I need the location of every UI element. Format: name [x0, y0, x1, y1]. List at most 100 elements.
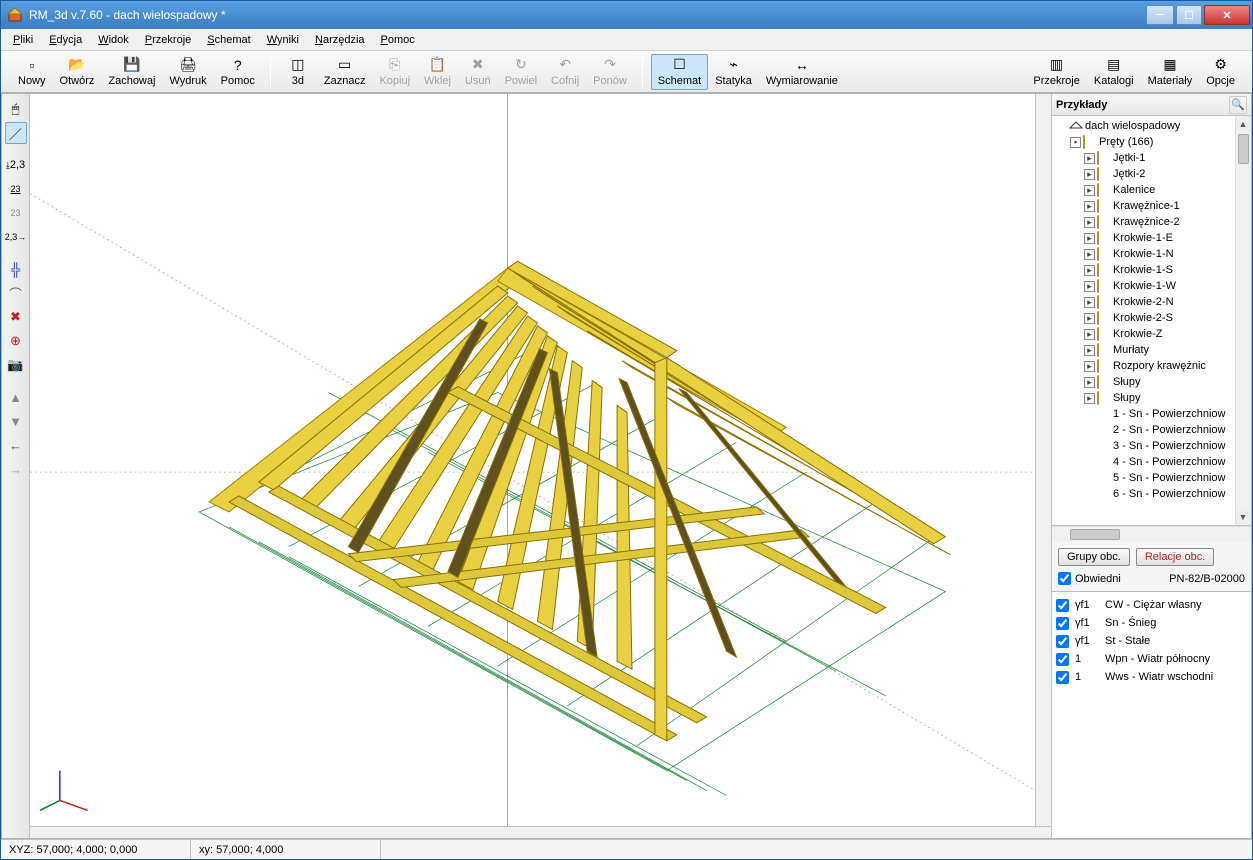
arc-icon[interactable]: ⌒	[5, 282, 27, 304]
expander-icon[interactable]: ▸	[1084, 377, 1095, 388]
tree-folder-7[interactable]: ▸Krokwie-1-S	[1054, 262, 1249, 278]
menu-pomoc[interactable]: Pomoc	[373, 32, 423, 48]
maximize-button[interactable]: ☐	[1176, 5, 1202, 25]
tree-folder-10[interactable]: ▸Krokwie-2-S	[1054, 310, 1249, 326]
przekroje-button[interactable]: ▥Przekroje	[1026, 54, 1086, 90]
cofnij-button[interactable]: ↶Cofnij	[544, 54, 586, 90]
expander-icon[interactable]: ▸	[1084, 233, 1095, 244]
right-arrow-icon[interactable]: →	[5, 458, 27, 480]
viewport-scroll-horizontal[interactable]	[30, 826, 1051, 838]
tree-folder-3[interactable]: ▸Krawężnice-1	[1054, 198, 1249, 214]
zachowaj-button[interactable]: 💾Zachowaj	[101, 54, 162, 90]
dim-23-icon[interactable]: 23	[5, 178, 27, 200]
tree-load-2[interactable]: 3 - Sn - Powierzchniow	[1054, 438, 1249, 454]
tree-folder-0[interactable]: ▸Jętki-1	[1054, 150, 1249, 166]
menu-pliki[interactable]: Pliki	[5, 32, 41, 48]
model-tree[interactable]: ▲ ▼ dach wielospadowy▪Pręty (166)▸Jętki-…	[1052, 116, 1251, 526]
zaznacz-button[interactable]: ▭Zaznacz	[317, 54, 373, 90]
relations-button[interactable]: Relacje obc.	[1136, 548, 1215, 566]
load-checkbox[interactable]	[1056, 635, 1069, 648]
wklej-button[interactable]: 📋Wklej	[417, 54, 458, 90]
hand-tool-icon[interactable]: 🖱	[5, 98, 27, 120]
dim-down-icon[interactable]: ⤓2,3	[5, 154, 27, 176]
expander-icon[interactable]: ▸	[1084, 281, 1095, 292]
katalogi-button[interactable]: ▤Katalogi	[1087, 54, 1141, 90]
ponow-button[interactable]: ↷Ponów	[586, 54, 634, 90]
dim-arrow-icon[interactable]: 2,3→	[5, 226, 27, 248]
expander-icon[interactable]: ▪	[1070, 137, 1081, 148]
minimize-button[interactable]: ─	[1146, 5, 1174, 25]
search-icon[interactable]: 🔍	[1229, 96, 1247, 114]
menu-przekroje[interactable]: Przekroje	[137, 32, 199, 48]
tree-load-1[interactable]: 2 - Sn - Powierzchniow	[1054, 422, 1249, 438]
camera-icon[interactable]: 📷	[5, 354, 27, 376]
nowy-button[interactable]: ▫Nowy	[11, 54, 53, 90]
otworz-button[interactable]: 📂Otwórz	[53, 54, 102, 90]
powiel-button[interactable]: ↻Powiel	[498, 54, 544, 90]
opcje-button[interactable]: ⚙Opcje	[1199, 54, 1242, 90]
tree-group-prety[interactable]: ▪Pręty (166)	[1054, 134, 1249, 150]
load-checkbox[interactable]	[1056, 617, 1069, 630]
tree-folder-14[interactable]: ▸Słupy	[1054, 374, 1249, 390]
envelope-checkbox[interactable]	[1058, 572, 1071, 585]
load-row-2[interactable]: γf1St - Stałe	[1056, 632, 1247, 650]
tree-folder-6[interactable]: ▸Krokwie-1-N	[1054, 246, 1249, 262]
expander-icon[interactable]: ▸	[1084, 201, 1095, 212]
target-icon[interactable]: ⊕	[5, 330, 27, 352]
expander-icon[interactable]: ▸	[1084, 393, 1095, 404]
tree-folder-12[interactable]: ▸Murłaty	[1054, 342, 1249, 358]
tree-folder-8[interactable]: ▸Krokwie-1-W	[1054, 278, 1249, 294]
expander-icon[interactable]: ▸	[1084, 297, 1095, 308]
expander-icon[interactable]: ▸	[1084, 153, 1095, 164]
tree-folder-5[interactable]: ▸Krokwie-1-E	[1054, 230, 1249, 246]
load-row-3[interactable]: 1Wpn - Wiatr północny	[1056, 650, 1247, 668]
expander-icon[interactable]: ▸	[1084, 313, 1095, 324]
schemat-button[interactable]: ☐Schemat	[651, 54, 708, 90]
menu-narzędzia[interactable]: Narzędzia	[307, 32, 373, 48]
wydruk-button[interactable]: 🖨Wydruk	[162, 54, 213, 90]
tree-load-5[interactable]: 6 - Sn - Powierzchniow	[1054, 486, 1249, 502]
menu-widok[interactable]: Widok	[90, 32, 137, 48]
menu-wyniki[interactable]: Wyniki	[259, 32, 307, 48]
usun-button[interactable]: ✖Usuń	[458, 54, 498, 90]
left-arrow-icon[interactable]: ←	[5, 434, 27, 456]
materialy-button[interactable]: ▦Materiały	[1141, 54, 1200, 90]
load-checkbox[interactable]	[1056, 599, 1069, 612]
tree-root[interactable]: dach wielospadowy	[1054, 118, 1249, 134]
down-arrow-icon[interactable]: ▼	[5, 410, 27, 432]
up-arrow-icon[interactable]: ▲	[5, 386, 27, 408]
tree-load-3[interactable]: 4 - Sn - Powierzchniow	[1054, 454, 1249, 470]
expander-icon[interactable]: ▸	[1084, 345, 1095, 356]
expander-icon[interactable]: ▸	[1084, 329, 1095, 340]
load-row-1[interactable]: γf1Sn - Śnieg	[1056, 614, 1247, 632]
close-button[interactable]: ✕	[1204, 5, 1250, 25]
expander-icon[interactable]: ▸	[1084, 361, 1095, 372]
tree-scroll-vertical[interactable]: ▲ ▼	[1235, 116, 1251, 525]
expander-icon[interactable]: ▸	[1084, 185, 1095, 196]
kopiuj-button[interactable]: ⎘Kopiuj	[372, 54, 417, 90]
tree-load-4[interactable]: 5 - Sn - Powierzchniow	[1054, 470, 1249, 486]
pomoc-button[interactable]: ?Pomoc	[214, 54, 262, 90]
tree-folder-15[interactable]: ▸Słupy	[1054, 390, 1249, 406]
statyka-button[interactable]: ⌁Statyka	[708, 54, 759, 90]
load-checkbox[interactable]	[1056, 671, 1069, 684]
expander-icon[interactable]: ▸	[1084, 265, 1095, 276]
tree-folder-2[interactable]: ▸Kalenice	[1054, 182, 1249, 198]
wymiarowanie-button[interactable]: ↔Wymiarowanie	[759, 54, 845, 90]
load-row-4[interactable]: 1Wws - Wiatr wschodni	[1056, 668, 1247, 686]
tree-load-0[interactable]: 1 - Sn - Powierzchniow	[1054, 406, 1249, 422]
tree-folder-13[interactable]: ▸Rozpory krawężnic	[1054, 358, 1249, 374]
expander-icon[interactable]: ▸	[1084, 249, 1095, 260]
expander-icon[interactable]: ▸	[1084, 217, 1095, 228]
3d-button[interactable]: ◫3d	[279, 54, 317, 90]
tree-scroll-horizontal[interactable]	[1052, 526, 1251, 542]
tree-folder-11[interactable]: ▸Krokwie-Z	[1054, 326, 1249, 342]
tree-folder-4[interactable]: ▸Krawężnice-2	[1054, 214, 1249, 230]
3d-viewport[interactable]	[30, 94, 1035, 826]
load-row-0[interactable]: γf1CW - Ciężar własny	[1056, 596, 1247, 614]
groups-button[interactable]: Grupy obc.	[1058, 548, 1130, 566]
tree-folder-9[interactable]: ▸Krokwie-2-N	[1054, 294, 1249, 310]
tree-folder-1[interactable]: ▸Jętki-2	[1054, 166, 1249, 182]
load-checkbox[interactable]	[1056, 653, 1069, 666]
dim-dot-icon[interactable]: 23	[5, 202, 27, 224]
